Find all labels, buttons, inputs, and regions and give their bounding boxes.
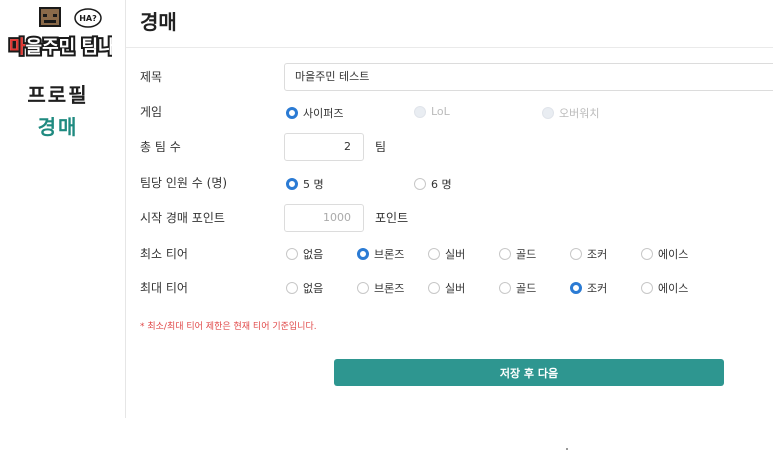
radio-unchecked-icon [286,248,298,260]
max-tier-option-joker[interactable]: 조커 [570,280,607,296]
start-points-label: 시작 경매 포인트 [140,211,225,225]
sidebar-item-auction[interactable]: 경매 [0,112,116,142]
team-size-label: 팀당 인원 수 (명) [140,176,228,190]
max-tier-option-label: 없음 [303,282,324,295]
game-option-overwatch[interactable]: 오버워치 [542,105,599,121]
team-size-option-label: 6 명 [431,178,452,191]
radio-checked-icon [357,248,369,260]
save-next-button[interactable]: 저장 후 다음 [334,359,724,386]
max-tier-option-label: 에이스 [658,282,689,295]
page-title: 경매 [140,10,177,34]
max-tier-option-gold[interactable]: 골드 [499,280,536,296]
radio-checked-icon [570,282,582,294]
min-tier-option-ace[interactable]: 에이스 [641,246,688,262]
min-tier-option-silver[interactable]: 실버 [428,246,465,262]
radio-unchecked-icon [641,248,653,260]
title-divider [126,47,773,48]
team-size-option-5[interactable]: 5 명 [286,176,324,192]
max-tier-option-none[interactable]: 없음 [286,280,323,296]
logo-graphic: HA? 마을주민 팀나눠 마 [7,7,133,60]
site-logo[interactable]: HA? 마을주민 팀나눠 마 [6,6,133,62]
radio-unchecked-icon [428,282,440,294]
title-input[interactable]: 마을주민 테스트 [284,63,773,91]
radio-unchecked-icon [570,248,582,260]
game-option-label: 사이퍼즈 [303,107,344,120]
min-tier-option-bronze[interactable]: 브론즈 [357,246,404,262]
radio-checked-icon [286,107,298,119]
radio-unchecked-icon [286,282,298,294]
min-tier-label: 최소 티어 [140,247,188,261]
max-tier-option-ace[interactable]: 에이스 [641,280,688,296]
team-size-option-label: 5 명 [303,178,324,191]
game-label: 게임 [140,105,163,119]
title-label: 제목 [140,70,163,84]
min-tier-option-none[interactable]: 없음 [286,246,323,262]
svg-text:HA?: HA? [79,14,97,23]
start-points-suffix: 포인트 [375,211,409,225]
radio-unchecked-icon [428,248,440,260]
team-count-input[interactable]: 2 [284,133,364,161]
min-tier-option-label: 에이스 [658,248,689,261]
team-size-option-6[interactable]: 6 명 [414,176,452,192]
max-tier-option-label: 조커 [587,282,608,295]
radio-unchecked-icon [641,282,653,294]
sidebar-item-profile[interactable]: 프로필 [0,80,116,110]
max-tier-option-silver[interactable]: 실버 [428,280,465,296]
sidebar-nav: 프로필 경매 [0,80,116,142]
radio-checked-icon [286,178,298,190]
start-points-input[interactable]: 1000 [284,204,364,232]
radio-unchecked-icon [499,248,511,260]
cursor-mark [566,448,568,450]
min-tier-option-gold[interactable]: 골드 [499,246,536,262]
game-option-label: LoL [431,105,450,118]
min-tier-option-label: 브론즈 [374,248,405,261]
min-tier-option-joker[interactable]: 조커 [570,246,607,262]
radio-disabled-icon [542,107,554,119]
radio-unchecked-icon [499,282,511,294]
sidebar: HA? 마을주민 팀나눠 마 프로필 경매 [0,0,133,418]
min-tier-option-label: 조커 [587,248,608,261]
max-tier-option-label: 실버 [445,282,466,295]
radio-unchecked-icon [357,282,369,294]
team-count-suffix: 팀 [375,140,387,154]
team-count-label: 총 팀 수 [140,140,181,154]
max-tier-option-bronze[interactable]: 브론즈 [357,280,404,296]
main-content: 경매 제목 마을주민 테스트 게임 사이퍼즈 LoL 오버워치 총 팀 수 2 … [126,0,773,453]
min-tier-option-label: 실버 [445,248,466,261]
max-tier-option-label: 브론즈 [374,282,405,295]
radio-unchecked-icon [414,178,426,190]
radio-disabled-icon [414,105,426,118]
min-tier-option-label: 골드 [516,248,537,261]
game-option-cyphers[interactable]: 사이퍼즈 [286,105,343,121]
min-tier-option-label: 없음 [303,248,324,261]
max-tier-label: 최대 티어 [140,281,188,295]
game-option-lol[interactable]: LoL [414,105,450,118]
tier-note: * 최소/최대 티어 제한은 현재 티어 기준입니다. [140,322,317,332]
max-tier-option-label: 골드 [516,282,537,295]
svg-text:마: 마 [9,37,26,58]
game-option-label: 오버워치 [559,107,600,120]
